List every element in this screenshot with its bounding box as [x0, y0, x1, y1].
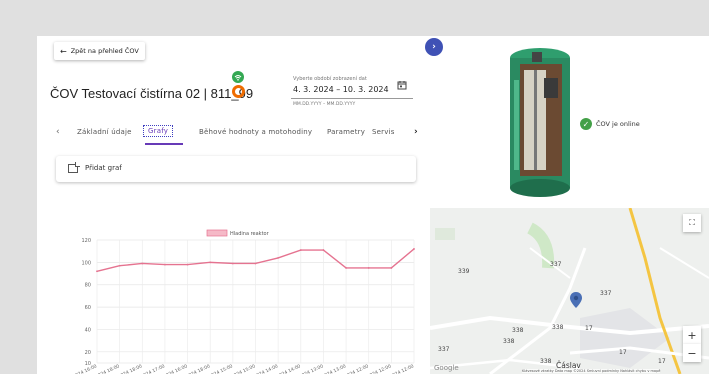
detail-panel: ← Zpět na přehled ČOV ČOV Testovací čist…: [37, 36, 430, 374]
map-pin-icon[interactable]: [570, 292, 582, 308]
arrow-left-icon: ←: [60, 46, 67, 56]
road-label: 339: [458, 268, 470, 275]
data-point: [186, 263, 189, 266]
y-tick-label: 60: [85, 305, 91, 311]
road-label: 337: [600, 290, 612, 297]
fullscreen-icon[interactable]: ⛶: [683, 214, 701, 232]
legend-label: Hladina reaktor: [230, 231, 270, 237]
check-icon: ✓: [580, 118, 592, 130]
data-point: [164, 263, 166, 266]
tabs-scroll-left-icon[interactable]: ‹: [56, 127, 60, 137]
data-point: [322, 249, 325, 251]
y-tick-label: 20: [85, 350, 91, 356]
tab-zakladni-udaje[interactable]: Základní údaje: [77, 128, 132, 136]
data-point: [141, 262, 144, 265]
side-panel: ✓ ČOV je online 338 339 337 17 338 17 33…: [430, 36, 709, 374]
date-range-value: 4. 3. 2024 – 10. 3. 2024: [293, 85, 389, 94]
road-label: 17: [658, 358, 666, 365]
tab-parametry[interactable]: Parametry: [327, 128, 365, 136]
road-label: 338: [503, 338, 515, 345]
data-point: [413, 248, 415, 250]
tab-bar: ‹ Základní údaje Grafy Běhové hodnoty a …: [37, 122, 430, 145]
chevron-right-icon: ›: [432, 42, 436, 52]
data-point: [231, 262, 234, 265]
zoom-out-button[interactable]: −: [683, 344, 701, 362]
y-tick-label: 120: [81, 238, 91, 244]
road-label: 338: [512, 327, 524, 334]
date-range-label: Vyberte období zobrazení dat: [293, 76, 367, 82]
y-tick-label: 80: [85, 283, 91, 289]
back-button[interactable]: ← Zpět na přehled ČOV: [54, 42, 145, 60]
data-point: [96, 270, 98, 273]
add-chart-icon: [68, 162, 80, 173]
data-point: [254, 262, 257, 265]
back-button-label: Zpět na přehled ČOV: [70, 47, 139, 55]
data-point: [299, 249, 302, 251]
data-point: [209, 261, 212, 264]
wwtp-tank-illustration: [510, 48, 570, 197]
tabs-scroll-right-icon[interactable]: ›: [414, 127, 418, 137]
data-point: [118, 264, 121, 267]
google-logo: Google: [434, 364, 459, 372]
app-frame: ← Zpět na přehled ČOV ČOV Testovací čist…: [0, 0, 709, 374]
collapse-panel-button[interactable]: ›: [425, 38, 443, 56]
road-label: 338: [540, 358, 552, 365]
active-tab-indicator: [145, 143, 183, 145]
level-chart: 102040608010012006.03.2024 16:0004.03.20…: [59, 229, 415, 374]
y-tick-label: 40: [85, 327, 91, 333]
road-label: 337: [438, 346, 450, 353]
wifi-icon: [232, 71, 244, 83]
y-tick-label: 100: [81, 260, 91, 266]
map-canvas[interactable]: [430, 208, 709, 374]
data-point: [390, 267, 393, 269]
road-label: 337: [550, 261, 562, 268]
online-status: ✓ ČOV je online: [580, 118, 640, 130]
data-point: [345, 267, 347, 269]
tab-behove-hodnoty[interactable]: Běhové hodnoty a motohodiny: [199, 128, 312, 136]
road-label: 338: [552, 324, 564, 331]
road-label: 17: [585, 325, 593, 332]
zoom-in-button[interactable]: +: [683, 326, 701, 344]
date-range-hint: MM.DD.YYYY – MM.DD.YYYY: [293, 102, 356, 107]
add-graph-label: Přidat graf: [85, 164, 122, 172]
tab-servis[interactable]: Servis: [372, 128, 395, 136]
road-label: 17: [619, 349, 627, 356]
add-graph-button[interactable]: Přidat graf: [56, 156, 416, 182]
legend-swatch: [206, 229, 228, 237]
date-range-underline: [291, 98, 413, 99]
x-tick-label: 06.03.2024 16:00: [59, 363, 98, 374]
online-status-label: ČOV je online: [596, 120, 640, 128]
map-footer[interactable]: Klávesové zkratky Data map ©2024 Smluvní…: [522, 369, 661, 373]
status-ring-icon: [232, 85, 245, 98]
page-title: ČOV Testovací čistírna 02 | 811_99: [50, 86, 254, 101]
map[interactable]: 338 339 337 17 338 17 337 338 338 17 337…: [430, 208, 709, 374]
data-point: [367, 267, 370, 269]
calendar-icon[interactable]: [397, 80, 407, 90]
tab-grafy[interactable]: Grafy: [143, 125, 174, 137]
data-point: [277, 256, 280, 259]
